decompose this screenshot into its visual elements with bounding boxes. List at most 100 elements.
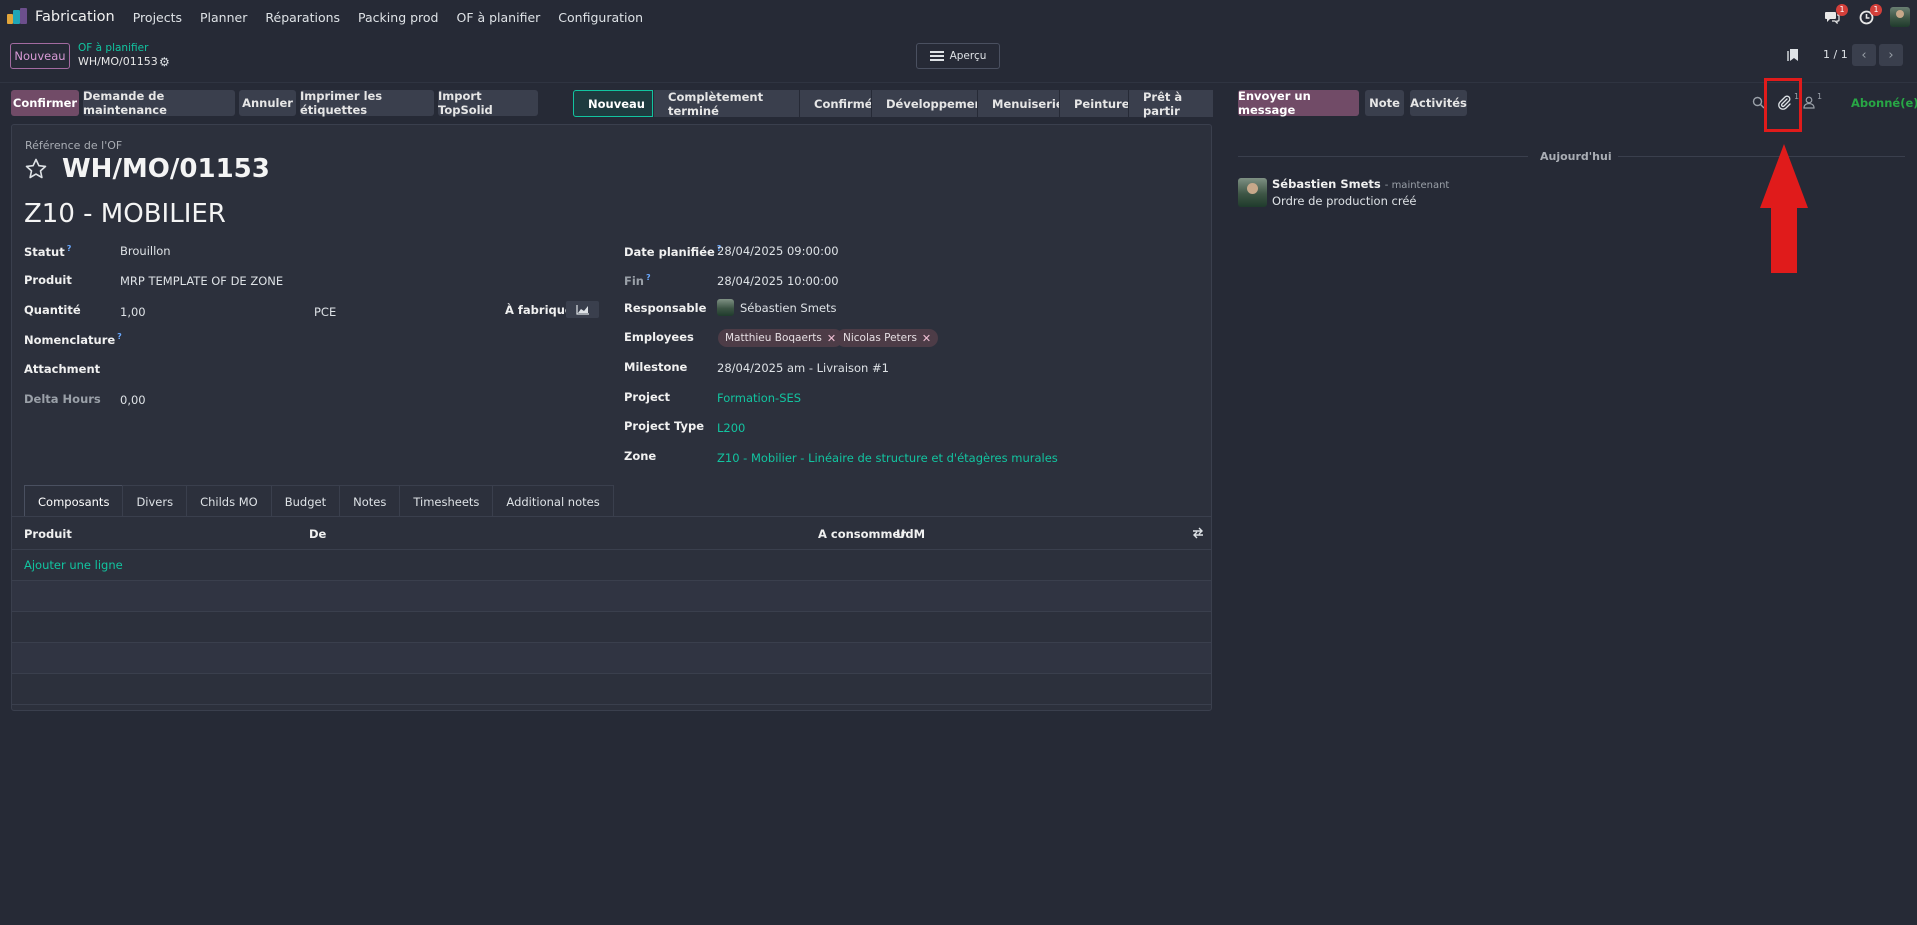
produit-field[interactable]: MRP TEMPLATE OF DE ZONE <box>120 274 283 288</box>
pager-prev-icon[interactable]: ‹ <box>1852 44 1876 66</box>
tab-budget[interactable]: Budget <box>270 485 341 517</box>
employee-tag: Nicolas Peters ✕ <box>836 329 939 347</box>
top-navbar: Fabrication Projects Planner Réparations… <box>0 0 1917 34</box>
print-labels-button[interactable]: Imprimer les étiquettes <box>300 89 434 117</box>
tabs-divider <box>12 516 1211 517</box>
help-icon[interactable]: ? <box>67 244 72 253</box>
stage-developpement[interactable]: Développement <box>871 90 988 117</box>
new-record-button[interactable]: Nouveau <box>10 43 70 69</box>
followers-icon[interactable] <box>1803 96 1815 112</box>
menu-reparations[interactable]: Réparations <box>265 10 340 25</box>
menu-packing-prod[interactable]: Packing prod <box>358 10 438 25</box>
table-row <box>12 674 1211 705</box>
help-icon[interactable]: ? <box>646 273 651 282</box>
column-de[interactable]: De <box>309 527 326 541</box>
star-icon[interactable] <box>24 157 48 181</box>
messages-icon[interactable]: 1 <box>1822 4 1848 27</box>
stage-menuiserie[interactable]: Menuiserie <box>977 90 1064 117</box>
stage-peinture[interactable]: Peinture <box>1059 90 1130 117</box>
zone-link[interactable]: Z10 - Mobilier - Linéaire de structure e… <box>717 451 1058 465</box>
activities-badge: 1 <box>1870 4 1882 16</box>
view-switch-label: Aperçu <box>949 50 987 62</box>
record-name[interactable]: Z10 - MOBILIER <box>24 199 226 229</box>
tab-notes[interactable]: Notes <box>339 485 401 517</box>
message-time: - maintenant <box>1384 180 1450 191</box>
remove-tag-icon[interactable]: ✕ <box>827 332 836 345</box>
remove-tag-icon[interactable]: ✕ <box>922 332 931 345</box>
milestone-field[interactable]: 28/04/2025 am - Livraison #1 <box>717 361 889 375</box>
stage-pret-a-partir[interactable]: Prêt à partir <box>1128 90 1213 118</box>
optional-columns-icon[interactable] <box>1192 527 1204 542</box>
tab-timesheets[interactable]: Timesheets <box>399 485 494 517</box>
record-reference: WH/MO/01153 <box>62 154 270 184</box>
menu-configuration[interactable]: Configuration <box>558 10 643 25</box>
pager-value[interactable]: 1 / 1 <box>1823 48 1848 61</box>
responsable-field[interactable]: Sébastien Smets <box>740 301 837 315</box>
confirm-button[interactable]: Confirmer <box>11 90 79 116</box>
breadcrumb-parent[interactable]: OF à planifier <box>78 42 148 54</box>
menu-of-a-planifier[interactable]: OF à planifier <box>456 10 540 25</box>
pager-next-icon[interactable]: › <box>1879 44 1903 66</box>
stage-confirme[interactable]: Confirmé <box>799 90 873 117</box>
column-udm[interactable]: UdM <box>896 527 925 541</box>
tab-composants[interactable]: Composants <box>24 485 124 517</box>
view-switch-button[interactable]: Aperçu <box>916 43 1000 69</box>
employee-tag: Matthieu Boqaerts ✕ <box>718 329 844 347</box>
highlight-box <box>1764 78 1802 132</box>
employee-tag-label: Matthieu Boqaerts <box>725 332 822 344</box>
maintenance-request-button[interactable]: Demande de maintenance <box>83 89 235 117</box>
fin-label: Fin? <box>624 273 651 288</box>
attachment-label: Attachment <box>24 362 101 376</box>
date-separator-label: Aujourd'hui <box>1540 150 1612 163</box>
app-name[interactable]: Fabrication <box>35 9 115 25</box>
add-line-link[interactable]: Ajouter une ligne <box>24 558 123 572</box>
nomenclature-label: Nomenclature? <box>24 332 122 347</box>
send-message-button[interactable]: Envoyer un message <box>1238 89 1359 117</box>
app-logo-icon[interactable] <box>7 8 29 26</box>
header-divider <box>0 82 1917 83</box>
follow-button[interactable]: Abonné(e) <box>1851 96 1917 110</box>
responsable-label: Responsable <box>624 301 707 315</box>
responsable-avatar <box>717 299 734 316</box>
stage-completement-termine[interactable]: Complètement terminé <box>653 90 799 118</box>
quantite-field[interactable]: 1,00 <box>120 305 146 319</box>
project-label: Project <box>624 390 671 404</box>
fin-field[interactable]: 28/04/2025 10:00:00 <box>717 274 839 288</box>
message-author-avatar[interactable] <box>1238 178 1267 207</box>
project-type-link[interactable]: L200 <box>717 421 745 435</box>
status-bar: Nouveau Complètement terminé Confirmé Dé… <box>573 90 1213 118</box>
tab-additional-notes[interactable]: Additional notes <box>492 485 614 517</box>
milestone-label: Milestone <box>624 360 688 374</box>
cancel-button[interactable]: Annuler <box>239 90 296 116</box>
activities-button[interactable]: Activités <box>1410 90 1467 116</box>
tab-divers[interactable]: Divers <box>122 485 188 517</box>
user-avatar[interactable] <box>1890 7 1910 27</box>
notebook-tabs: Composants Divers Childs MO Budget Notes… <box>24 485 614 517</box>
message-author[interactable]: Sébastien Smets - maintenant <box>1272 177 1449 191</box>
message-author-name: Sébastien Smets <box>1272 177 1381 191</box>
import-topsolid-button[interactable]: Import TopSolid <box>438 89 538 117</box>
breadcrumb-current: WH/MO/01153 <box>78 55 158 68</box>
date-planifiee-field[interactable]: 28/04/2025 09:00:00 <box>717 244 839 258</box>
table-row <box>12 581 1211 612</box>
menu-projects[interactable]: Projects <box>133 10 182 25</box>
project-link[interactable]: Formation-SES <box>717 391 801 405</box>
uom-field[interactable]: PCE <box>314 305 336 319</box>
help-icon[interactable]: ? <box>117 332 122 341</box>
delta-hours-label: Delta Hours <box>24 392 101 406</box>
forecast-chart-icon[interactable] <box>566 301 599 318</box>
stage-nouveau[interactable]: Nouveau <box>573 90 653 117</box>
statut-label: Statut? <box>24 244 72 259</box>
bookmark-icon[interactable] <box>1787 48 1799 62</box>
gear-icon[interactable]: ⚙ <box>159 55 170 69</box>
tab-childs-mo[interactable]: Childs MO <box>186 485 272 517</box>
table-row: Ajouter une ligne <box>12 550 1211 581</box>
column-produit[interactable]: Produit <box>24 527 72 541</box>
column-a-consommer[interactable]: A consommer <box>818 527 906 541</box>
date-planifiee-label: Date planifiée? <box>624 244 722 259</box>
produit-label: Produit <box>24 273 72 287</box>
log-note-button[interactable]: Note <box>1365 90 1404 116</box>
activities-clock-icon[interactable]: 1 <box>1856 4 1882 27</box>
menu-planner[interactable]: Planner <box>200 10 247 25</box>
table-row <box>12 612 1211 643</box>
